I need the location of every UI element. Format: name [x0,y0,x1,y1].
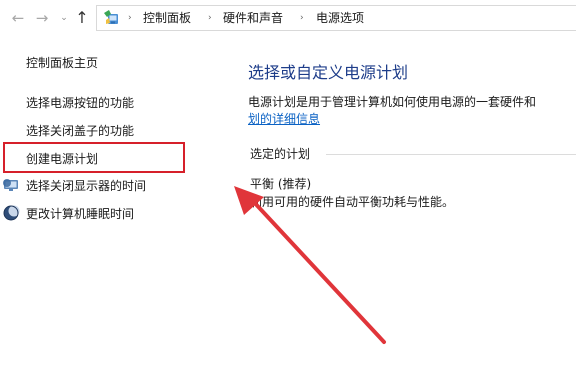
recent-locations-icon[interactable]: ⌄ [56,9,72,27]
choose-power-buttons-link[interactable]: 选择电源按钮的功能 [26,95,134,111]
breadcrumb-item-hardware-sound[interactable]: 硬件和声音 [223,10,283,26]
control-panel-icon [103,9,121,27]
display-shield-icon [2,177,20,193]
selected-plan-label: 选定的计划 [250,147,311,161]
breadcrumb-separator: › [208,13,212,23]
forward-arrow-icon[interactable]: → [34,9,50,27]
address-bar: ← → ⌄ ↑ › 控制面板 › 硬件和声音 › 电源选项 [0,0,576,38]
breadcrumb-item-power-options[interactable]: 电源选项 [316,10,364,26]
control-panel-home-link[interactable]: 控制面板主页 [26,55,98,71]
plan-name[interactable]: 平衡 (推荐) [250,176,311,192]
up-arrow-icon[interactable]: ↑ [74,9,90,27]
change-sleep-time-link[interactable]: 更改计算机睡眠时间 [26,206,134,222]
back-arrow-icon[interactable]: ← [10,9,26,27]
breadcrumb-separator: › [300,13,304,23]
breadcrumb-item-control-panel[interactable]: 控制面板 [143,10,191,26]
section-divider [326,154,576,155]
plan-summary: 利用可用的硬件自动平衡功耗与性能。 [250,195,455,209]
plan-description-text: 电源计划是用于管理计算机如何使用电源的一套硬件和 [248,95,537,109]
task-pane: 控制面板主页 选择电源按钮的功能 选择关闭盖子的功能 创建电源计划 选择关闭显示… [0,38,232,386]
choose-lid-close-link[interactable]: 选择关闭盖子的功能 [26,123,134,139]
breadcrumb[interactable]: › 控制面板 › 硬件和声音 › 电源选项 [96,5,576,31]
choose-display-off-time-link[interactable]: 选择关闭显示器的时间 [26,178,146,194]
highlight-box [3,142,185,173]
plan-details-link[interactable]: 划的详细信息 [248,111,320,128]
page-title: 选择或自定义电源计划 [248,63,409,82]
moon-shield-icon [2,205,20,221]
main-content: 选择或自定义电源计划 电源计划是用于管理计算机如何使用电源的一套硬件和 划的详细… [232,38,576,386]
breadcrumb-separator: › [128,13,132,23]
